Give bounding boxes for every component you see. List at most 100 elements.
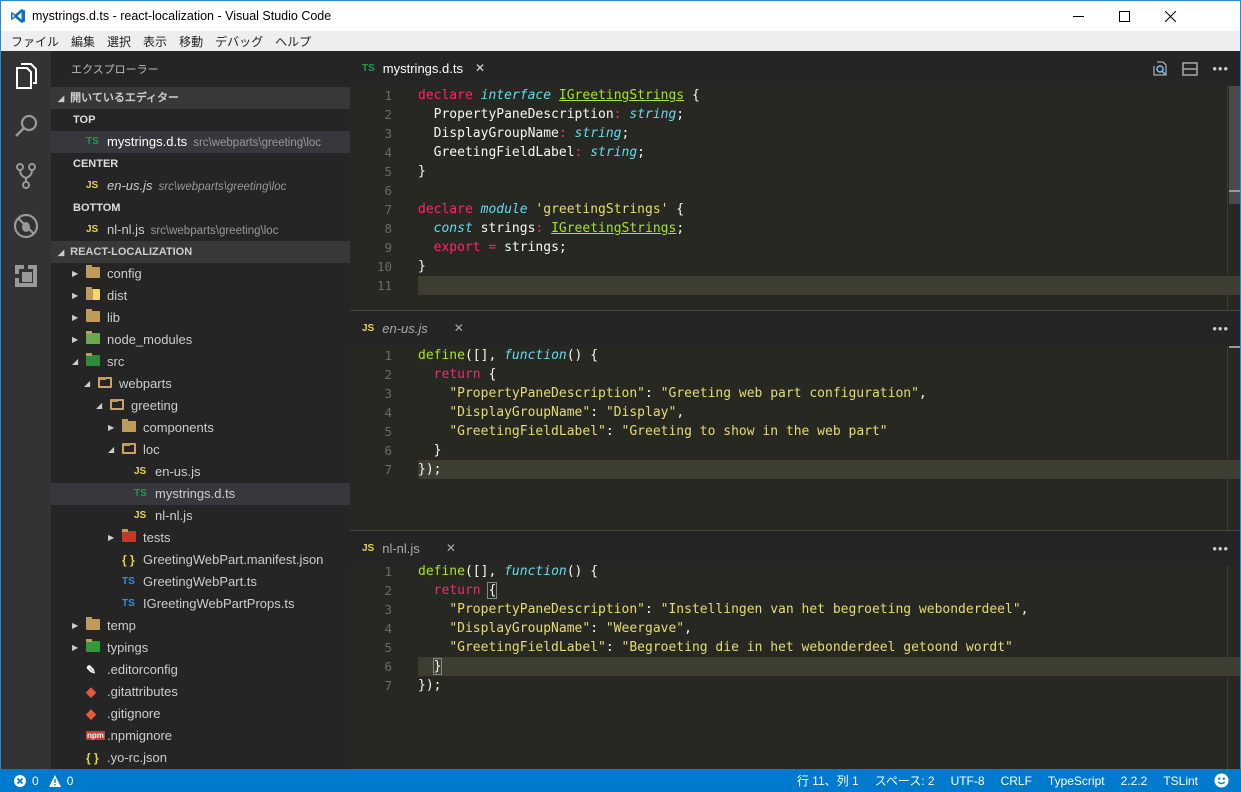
activity-source-control[interactable] [1, 151, 51, 201]
indentation[interactable]: スペース: 2 [875, 772, 935, 789]
menu-debug[interactable]: デバッグ [209, 31, 269, 51]
tab-en-us[interactable]: JS en-us.js ✕ [350, 311, 464, 346]
code-line[interactable]: 7}); [350, 676, 1241, 695]
code-line[interactable]: 3 "PropertyPaneDescription": "Instelling… [350, 600, 1241, 619]
code-area[interactable]: 1 declare interface IGreetingStrings {2 P… [350, 86, 1241, 295]
code-line[interactable]: 1 declare interface IGreetingStrings { [350, 86, 1241, 105]
code-line[interactable]: 5} [350, 162, 1241, 181]
code-line[interactable]: 10} [350, 257, 1241, 276]
tree-file[interactable]: ✎ .editorconfig [51, 659, 350, 681]
tree-folder[interactable]: ▶ dist [51, 285, 350, 307]
open-editors-header[interactable]: ◢ 開いているエディター [51, 87, 350, 109]
encoding[interactable]: UTF-8 [951, 774, 985, 788]
menu-help[interactable]: ヘルプ [269, 31, 317, 51]
tree-file[interactable]: TS IGreetingWebPartProps.ts [51, 593, 350, 615]
menu-selection[interactable]: 選択 [101, 31, 137, 51]
activity-explorer[interactable] [1, 51, 51, 101]
code-line[interactable]: 5 "GreetingFieldLabel": "Greeting to sho… [350, 422, 1241, 441]
open-editor-item[interactable]: JS nl-nl.js src\webparts\greeting\loc [51, 219, 350, 241]
scrollbar[interactable] [1227, 86, 1241, 310]
open-preview-icon[interactable] [1152, 61, 1168, 77]
code-line[interactable]: 6 } [350, 441, 1241, 460]
code-area[interactable]: 1 define([], function() {2 return {3 "Pro… [350, 346, 1241, 479]
code-line[interactable]: 9 export = strings; [350, 238, 1241, 257]
tree-file[interactable]: npm .npmignore [51, 725, 350, 747]
maximize-button[interactable] [1101, 1, 1147, 31]
code-line[interactable]: 3 "PropertyPaneDescription": "Greeting w… [350, 384, 1241, 403]
chevron-right-icon[interactable]: ▶ [72, 615, 78, 637]
language-mode[interactable]: TypeScript [1048, 774, 1105, 788]
chevron-down-icon[interactable]: ◢ [72, 351, 78, 373]
close-tab-icon[interactable]: ✕ [454, 311, 464, 346]
code-line[interactable]: 4 GreetingFieldLabel: string; [350, 143, 1241, 162]
code-line[interactable]: 3 DisplayGroupName: string; [350, 124, 1241, 143]
code-line[interactable]: 11 [350, 276, 1241, 295]
more-actions-icon[interactable]: ••• [1212, 541, 1229, 556]
cursor-position[interactable]: 行 11、列 1 [797, 772, 859, 789]
activity-debug[interactable] [1, 201, 51, 251]
code-line[interactable]: 8 const strings: IGreetingStrings; [350, 219, 1241, 238]
chevron-down-icon[interactable]: ◢ [84, 373, 90, 395]
tree-folder[interactable]: ▶ config [51, 263, 350, 285]
more-actions-icon[interactable]: ••• [1212, 321, 1229, 336]
menu-edit[interactable]: 編集 [65, 31, 101, 51]
chevron-right-icon[interactable]: ▶ [108, 417, 114, 439]
tree-file[interactable]: TS mystrings.d.ts [51, 483, 350, 505]
ts-version[interactable]: 2.2.2 [1121, 774, 1148, 788]
tree-folder[interactable]: ▶ tests [51, 527, 350, 549]
tree-file[interactable]: JS en-us.js [51, 461, 350, 483]
code-line[interactable]: 1 define([], function() { [350, 346, 1241, 365]
tree-file[interactable]: { } GreetingWebPart.manifest.json [51, 549, 350, 571]
tree-file[interactable]: ◆ .gitattributes [51, 681, 350, 703]
code-line[interactable]: 6 } [350, 657, 1241, 676]
tree-folder[interactable]: ◢ loc [51, 439, 350, 461]
code-line[interactable]: 4 "DisplayGroupName": "Weergave", [350, 619, 1241, 638]
minimize-button[interactable] [1055, 1, 1101, 31]
tree-folder[interactable]: ▶ components [51, 417, 350, 439]
tree-file[interactable]: TS GreetingWebPart.ts [51, 571, 350, 593]
tab-nl-nl[interactable]: JS nl-nl.js ✕ [350, 531, 456, 566]
tree-file[interactable]: { } .yo-rc.json [51, 747, 350, 769]
code-line[interactable]: 2 PropertyPaneDescription: string; [350, 105, 1241, 124]
code-line[interactable]: 7 declare module 'greetingStrings' { [350, 200, 1241, 219]
line-ending[interactable]: CRLF [1001, 774, 1032, 788]
menu-file[interactable]: ファイル [5, 31, 65, 51]
scrollbar[interactable] [1227, 346, 1241, 530]
code-line[interactable]: 4 "DisplayGroupName": "Display", [350, 403, 1241, 422]
project-header[interactable]: ◢ REACT-LOCALIZATION [51, 241, 350, 263]
tree-folder[interactable]: ▶ typings [51, 637, 350, 659]
chevron-right-icon[interactable]: ▶ [72, 637, 78, 659]
linter[interactable]: TSLint [1163, 774, 1198, 788]
code-line[interactable]: 1 define([], function() { [350, 562, 1241, 581]
tree-folder[interactable]: ▶ temp [51, 615, 350, 637]
tab-mystrings[interactable]: TS mystrings.d.ts ✕ [350, 51, 485, 86]
chevron-right-icon[interactable]: ▶ [72, 285, 78, 307]
chevron-right-icon[interactable]: ▶ [108, 527, 114, 549]
scrollbar[interactable] [1227, 566, 1241, 769]
chevron-down-icon[interactable]: ◢ [108, 439, 114, 461]
tree-file[interactable]: JS nl-nl.js [51, 505, 350, 527]
code-line[interactable]: 2 return { [350, 365, 1241, 384]
close-window-button[interactable] [1147, 1, 1193, 31]
close-tab-icon[interactable]: ✕ [475, 51, 485, 86]
chevron-right-icon[interactable]: ▶ [72, 329, 78, 351]
feedback-smiley-icon[interactable] [1214, 773, 1229, 788]
tree-folder[interactable]: ◢ webparts [51, 373, 350, 395]
code-area[interactable]: 1 define([], function() {2 return {3 "Pro… [350, 562, 1241, 695]
open-editor-item[interactable]: TS mystrings.d.ts src\webparts\greeting\l… [51, 131, 350, 153]
code-line[interactable]: 2 return { [350, 581, 1241, 600]
chevron-right-icon[interactable]: ▶ [72, 307, 78, 329]
split-editor-icon[interactable] [1182, 61, 1199, 76]
close-tab-icon[interactable]: ✕ [446, 531, 456, 566]
tree-folder[interactable]: ◢ src [51, 351, 350, 373]
code-line[interactable]: 5 "GreetingFieldLabel": "Begroeting die … [350, 638, 1241, 657]
code-line[interactable]: 7}); [350, 460, 1241, 479]
problems-indicator[interactable]: 0 0 [14, 769, 73, 792]
tree-folder[interactable]: ◢ greeting [51, 395, 350, 417]
activity-search[interactable] [1, 101, 51, 151]
tree-file[interactable]: ◆ .gitignore [51, 703, 350, 725]
open-editor-item[interactable]: JS en-us.js src\webparts\greeting\loc [51, 175, 350, 197]
activity-extensions[interactable] [1, 251, 51, 301]
chevron-right-icon[interactable]: ▶ [72, 263, 78, 285]
tree-folder[interactable]: ▶ lib [51, 307, 350, 329]
